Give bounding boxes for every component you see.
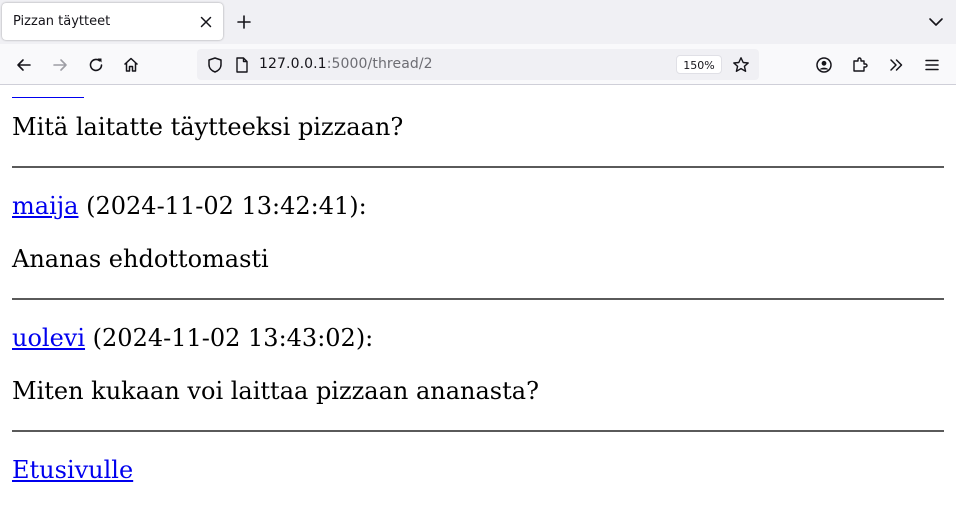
message-timestamp: (2024-11-02 13:43:02): [85, 324, 374, 352]
url-bar[interactable]: 127.0.0.1:5000/thread/2 150% [197, 49, 759, 80]
tab-strip: Pizzan täytteet [0, 0, 956, 44]
reload-button[interactable] [84, 53, 108, 77]
message-content: Miten kukaan voi laittaa pizzaan ananast… [12, 377, 539, 405]
shield-icon[interactable] [205, 55, 225, 75]
message-header: uolevi (2024-11-02 13:43:02): [12, 324, 373, 352]
puzzle-icon [853, 57, 868, 72]
message-content: Ananas ehdottomasti [12, 245, 269, 273]
back-button[interactable] [12, 53, 36, 77]
plus-icon[interactable] [234, 12, 254, 32]
forward-button[interactable] [48, 53, 72, 77]
browser-tab[interactable]: Pizzan täytteet [2, 3, 223, 40]
extensions-button[interactable] [848, 53, 872, 77]
account-button[interactable] [812, 53, 836, 77]
account-icon [816, 57, 832, 73]
message-timestamp: (2024-11-02 13:42:41): [78, 192, 367, 220]
url-host: 127.0.0.1 [259, 56, 327, 72]
url-text[interactable]: 127.0.0.1:5000/thread/2 [259, 56, 433, 72]
url-path: :5000/thread/2 [326, 56, 433, 72]
divider [12, 166, 944, 168]
reload-icon [89, 58, 103, 72]
author-link[interactable]: maija [12, 192, 79, 220]
tab-title: Pizzan täytteet [13, 14, 111, 29]
menu-button[interactable] [920, 53, 944, 77]
bookmark-star-icon[interactable] [731, 55, 751, 75]
divider [12, 298, 944, 300]
back-arrow-icon [17, 59, 31, 71]
hamburger-menu-icon [925, 59, 939, 71]
navigation-toolbar: 127.0.0.1:5000/thread/2 150% [0, 44, 956, 85]
forward-arrow-icon [53, 59, 67, 71]
page-icon[interactable] [232, 55, 252, 75]
chevron-down-icon[interactable] [926, 12, 946, 32]
home-button[interactable] [119, 53, 143, 77]
close-icon[interactable] [197, 13, 215, 31]
home-link[interactable]: Etusivulle [12, 456, 133, 484]
zoom-indicator[interactable]: 150% [676, 55, 722, 74]
home-icon [123, 57, 139, 72]
page-content: Mitä laitatte täytteeksi pizzaan? maija … [0, 86, 956, 510]
author-link[interactable]: uolevi [12, 324, 85, 352]
double-chevron-right-icon [890, 59, 903, 71]
message-header: maija (2024-11-02 13:42:41): [12, 192, 367, 220]
first-message-content: Mitä laitatte täytteeksi pizzaan? [12, 113, 404, 141]
clipped-author-link[interactable] [12, 97, 84, 98]
home-link-row: Etusivulle [12, 456, 133, 484]
clipped-author-line [12, 86, 84, 98]
overflow-button[interactable] [884, 53, 908, 77]
divider [12, 430, 944, 432]
